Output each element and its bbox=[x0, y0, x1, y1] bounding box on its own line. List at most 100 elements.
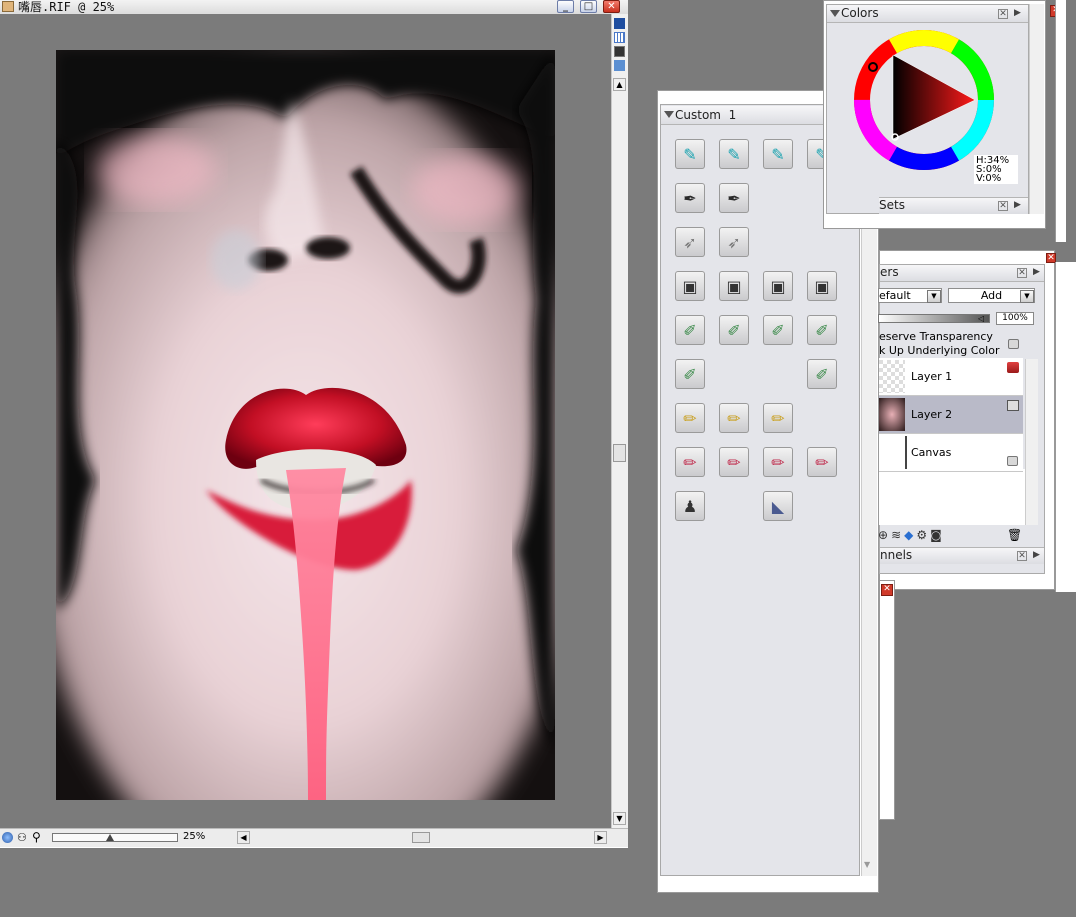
zoom-slider[interactable] bbox=[52, 833, 178, 842]
color-sets-header[interactable]: Sets ✕ ▶ bbox=[879, 197, 1028, 214]
scroll-down-arrow[interactable]: ▼ bbox=[864, 860, 870, 869]
layer-row-layer-1[interactable]: Layer 1 bbox=[879, 358, 1023, 396]
watercolor-icon[interactable]: ✐ bbox=[719, 315, 749, 345]
globe-icon[interactable] bbox=[2, 832, 13, 843]
scroll-right-arrow[interactable]: ▶ bbox=[594, 831, 607, 844]
camera-icon[interactable]: ▣ bbox=[675, 271, 705, 301]
colors-menu-arrow-icon[interactable]: ▶ bbox=[1014, 8, 1021, 18]
mask-icon[interactable]: ◙ bbox=[930, 528, 945, 542]
flat-brush-icon[interactable]: ✏ bbox=[675, 403, 705, 433]
side-panel-edge bbox=[1055, 0, 1066, 242]
new-layer-icon[interactable]: ⊕ bbox=[878, 528, 891, 542]
marker-icon[interactable]: ✏ bbox=[807, 447, 837, 477]
minimize-icon: _ bbox=[563, 0, 568, 12]
camera-icon[interactable]: ▣ bbox=[719, 271, 749, 301]
paper-icon[interactable] bbox=[614, 46, 625, 57]
opacity-slider-thumb[interactable]: ◁ bbox=[978, 314, 984, 323]
close-icon: ✕ bbox=[607, 0, 616, 12]
layer-visible-icon[interactable] bbox=[1007, 362, 1019, 373]
watercolor-icon[interactable]: ✐ bbox=[807, 315, 837, 345]
pen-nib-icon[interactable]: ✒ bbox=[719, 183, 749, 213]
channels-close-icon[interactable]: ✕ bbox=[1017, 551, 1027, 561]
tracing-icon[interactable] bbox=[614, 60, 625, 71]
grid-icon[interactable] bbox=[614, 32, 625, 43]
camera-icon[interactable]: ▣ bbox=[807, 271, 837, 301]
pick-up-underlying-color-checkbox[interactable]: k Up Underlying Color bbox=[879, 344, 999, 357]
collapse-triangle-icon[interactable] bbox=[830, 10, 840, 17]
maximize-icon: □ bbox=[583, 0, 594, 12]
minimize-button[interactable]: _ bbox=[557, 0, 574, 13]
watercolor-icon[interactable]: ✐ bbox=[807, 359, 837, 389]
color-sets-close-icon[interactable]: ✕ bbox=[998, 201, 1008, 211]
horizontal-scroll-thumb[interactable] bbox=[412, 832, 430, 843]
composite-depth-select[interactable]: Add ▼ bbox=[948, 288, 1035, 303]
painting-canvas[interactable] bbox=[56, 50, 555, 800]
scroll-up-arrow[interactable]: ▲ bbox=[613, 78, 626, 91]
marker-icon[interactable]: ✏ bbox=[719, 447, 749, 477]
value-value: V:0% bbox=[976, 173, 1002, 184]
layer-row-canvas[interactable]: Canvas bbox=[879, 434, 1023, 472]
color-wheel[interactable] bbox=[853, 29, 995, 171]
collapse-triangle-icon[interactable] bbox=[664, 111, 674, 118]
zoom-level[interactable]: 25% bbox=[183, 831, 205, 842]
marker-icon[interactable]: ✏ bbox=[763, 447, 793, 477]
layer-thumbnail bbox=[879, 360, 905, 393]
color-sets-menu-arrow-icon[interactable]: ▶ bbox=[1014, 200, 1021, 210]
pencil-icon[interactable]: ✎ bbox=[675, 139, 705, 169]
layer-stack-icon[interactable] bbox=[1007, 400, 1019, 411]
layer-row-layer-2[interactable]: Layer 2 bbox=[879, 396, 1023, 434]
opacity-field[interactable]: 100% bbox=[996, 312, 1034, 325]
colors-close-icon[interactable]: ✕ bbox=[998, 9, 1008, 19]
pencil-icon[interactable]: ✎ bbox=[719, 139, 749, 169]
trash-icon[interactable]: 🗑 bbox=[1007, 528, 1022, 542]
channels-header[interactable]: nnels ✕ ▶ bbox=[880, 547, 1044, 564]
chevron-down-icon[interactable]: ▼ bbox=[1020, 290, 1034, 303]
preserve-transparency-checkbox[interactable]: eserve Transparency bbox=[879, 330, 993, 343]
binoculars-icon[interactable]: ⚇ bbox=[17, 831, 27, 844]
colors-scrollbar[interactable] bbox=[1029, 4, 1044, 214]
channels-menu-arrow-icon[interactable]: ▶ bbox=[1033, 550, 1040, 560]
layers-window-close-button[interactable]: ✕ bbox=[881, 584, 893, 596]
layer-name: Layer 1 bbox=[911, 370, 953, 383]
composite-method-select[interactable]: efault ▼ bbox=[878, 288, 942, 303]
scroll-thumb[interactable] bbox=[613, 444, 626, 462]
flat-brush-icon[interactable]: ✏ bbox=[719, 403, 749, 433]
colors-header[interactable]: Colors ✕ ▶ bbox=[827, 5, 1028, 23]
layer-list-bottom bbox=[879, 469, 1025, 525]
pencil-icon[interactable]: ✎ bbox=[763, 139, 793, 169]
document-title-bar[interactable]: 嘴唇.RIF @ 25% _ □ ✕ bbox=[0, 0, 628, 14]
lock-icon[interactable] bbox=[1007, 456, 1018, 466]
ink-bottle-icon[interactable]: ♟ bbox=[675, 491, 705, 521]
dynamic-plugin-icon[interactable]: ⚙ bbox=[916, 528, 930, 542]
pen-nib-icon[interactable]: ✒ bbox=[675, 183, 705, 213]
portrait-painting bbox=[56, 50, 555, 800]
maximize-button[interactable]: □ bbox=[580, 0, 597, 13]
airbrush-icon[interactable]: ➶ bbox=[719, 227, 749, 257]
layer-thumbnail bbox=[879, 436, 907, 469]
layers-close-icon[interactable]: ✕ bbox=[1017, 268, 1027, 278]
paint-bucket-icon[interactable]: ◆ bbox=[904, 528, 916, 542]
close-button[interactable]: ✕ bbox=[603, 0, 620, 13]
opacity-slider[interactable]: ◁ bbox=[878, 314, 990, 323]
marker-icon[interactable]: ✏ bbox=[675, 447, 705, 477]
vertical-scrollbar[interactable]: ▲ ▼ bbox=[611, 14, 628, 828]
grid-toggle-icon[interactable] bbox=[614, 18, 625, 29]
camera-icon[interactable]: ▣ bbox=[763, 271, 793, 301]
layer-stack-icon[interactable]: ≋ bbox=[891, 528, 904, 542]
watercolor-icon[interactable]: ✐ bbox=[763, 315, 793, 345]
zoom-slider-thumb[interactable] bbox=[106, 834, 114, 841]
layer-list-scrollbar[interactable] bbox=[1025, 359, 1038, 525]
chevron-down-icon[interactable]: ▼ bbox=[927, 290, 941, 303]
watercolor-icon[interactable]: ✐ bbox=[675, 359, 705, 389]
watercolor-icon[interactable]: ✐ bbox=[675, 315, 705, 345]
layers-menu-arrow-icon[interactable]: ▶ bbox=[1033, 267, 1040, 277]
flat-brush-icon[interactable]: ✏ bbox=[763, 403, 793, 433]
canvas-area[interactable] bbox=[0, 14, 611, 828]
airbrush-icon[interactable]: ➶ bbox=[675, 227, 705, 257]
scroll-down-arrow[interactable]: ▼ bbox=[613, 812, 626, 825]
palette-knife-icon[interactable]: ◣ bbox=[763, 491, 793, 521]
magnifier-icon[interactable]: ⚲ bbox=[32, 830, 41, 844]
lock-icon[interactable] bbox=[1008, 339, 1019, 349]
layers-header[interactable]: ers ✕ ▶ bbox=[880, 265, 1044, 282]
scroll-left-arrow[interactable]: ◀ bbox=[237, 831, 250, 844]
